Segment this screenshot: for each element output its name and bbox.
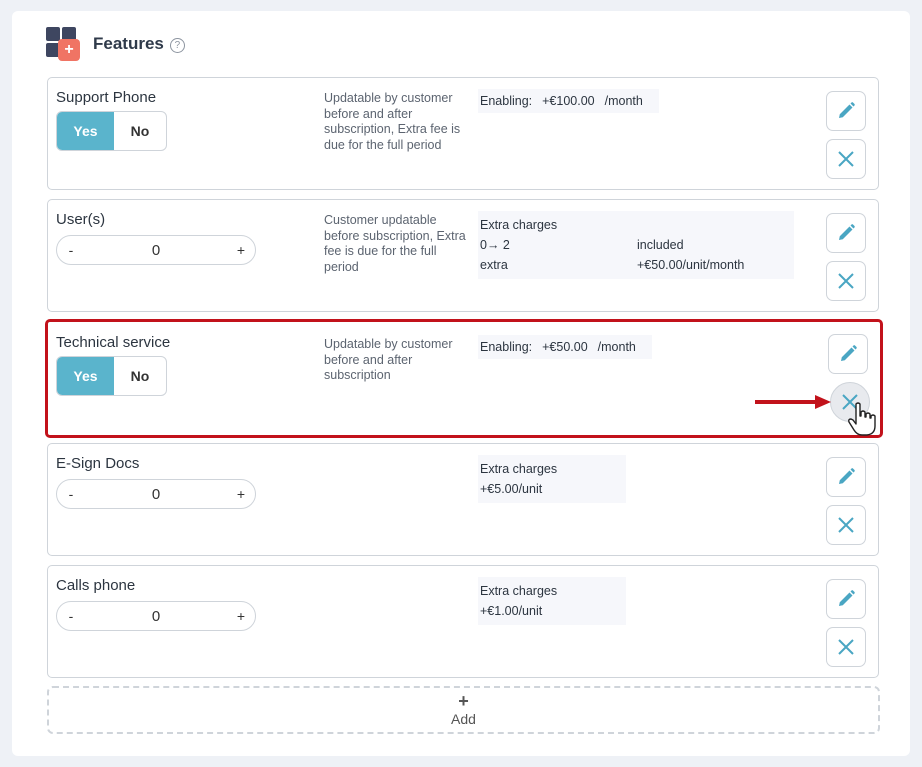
features-panel: + Features ? Support Phone Yes No Updata… [12,11,910,756]
delete-button[interactable] [826,505,866,545]
feature-description: Updatable by customer before and after s… [324,91,461,152]
arrow-right-icon [755,395,831,409]
pencil-icon [841,345,857,361]
price-box: Enabling: +€50.00 /month [478,335,652,359]
pencil-icon [839,468,855,484]
enabling-label: Enabling: [480,94,533,108]
features-header: + Features ? [46,26,185,62]
feature-card-support-phone: Support Phone Yes No Updatable by custom… [47,77,879,190]
feature-description: Updatable by customer before and after s… [324,337,453,382]
delete-button[interactable] [826,139,866,179]
edit-button[interactable] [826,579,866,619]
price-row: extra +€50.00/unit/month [480,255,792,275]
toggle-no[interactable]: No [114,357,166,395]
price-row-range: 0→ 2 [480,238,510,252]
yes-no-toggle[interactable]: Yes No [56,111,167,151]
quantity-stepper[interactable]: - 0 + [56,479,256,509]
pencil-icon [839,590,855,606]
delete-button[interactable] [826,627,866,667]
feature-card-users: User(s) - 0 + Customer updatable before … [47,199,879,312]
quantity-stepper[interactable]: - 0 + [56,235,256,265]
price-value: +€50.00 [542,340,588,354]
close-icon [838,151,854,167]
stepper-minus[interactable]: - [57,608,85,624]
toggle-yes[interactable]: Yes [57,112,114,150]
close-icon [838,273,854,289]
edit-button[interactable] [826,213,866,253]
price-row-value: included [637,238,684,252]
price-period: /month [597,340,636,354]
price-row-value: +€50.00/unit/month [637,258,745,272]
stepper-value[interactable]: 0 [85,486,227,503]
edit-button[interactable] [826,91,866,131]
feature-name: Technical service [56,334,171,351]
stepper-plus[interactable]: + [227,486,255,502]
feature-name: Calls phone [56,577,136,594]
delete-button[interactable] [826,261,866,301]
price-row-range: extra [480,258,508,272]
feature-card-calls-phone: Calls phone - 0 + Extra charges +€1.00/u… [47,565,879,678]
price-box: Extra charges +€1.00/unit [478,577,626,625]
stepper-value[interactable]: 0 [85,242,227,259]
edit-button[interactable] [826,457,866,497]
enabling-label: Enabling: [480,340,533,354]
plus-icon: + [458,691,469,711]
price-row: 0→ 2 included [480,235,792,255]
price-box: Extra charges +€5.00/unit [478,455,626,503]
extra-charges-title: Extra charges [480,218,558,232]
hand-cursor-icon [848,402,876,436]
stepper-minus[interactable]: - [57,242,85,258]
pencil-icon [839,102,855,118]
stepper-plus[interactable]: + [227,242,255,258]
stepper-minus[interactable]: - [57,486,85,502]
close-icon [838,639,854,655]
price-value: +€100.00 [542,94,595,108]
price-value: +€5.00/unit [480,482,543,496]
feature-name: Support Phone [56,89,157,106]
feature-card-esign-docs: E-Sign Docs - 0 + Extra charges +€5.00/u… [47,443,879,556]
toggle-no[interactable]: No [114,112,166,150]
price-period: /month [604,94,643,108]
price-box: Extra charges 0→ 2 included extra +€50.0… [478,211,794,279]
pencil-icon [839,224,855,240]
feature-name: User(s) [56,211,106,228]
price-value: +€1.00/unit [480,604,543,618]
close-icon [838,517,854,533]
add-label: Add [451,711,476,727]
page-title: Features [93,34,164,53]
extra-charges-title: Extra charges [480,462,558,476]
stepper-plus[interactable]: + [227,608,255,624]
price-box: Enabling: +€100.00 /month [478,89,659,113]
edit-button[interactable] [828,334,868,374]
stepper-value[interactable]: 0 [85,608,227,625]
question-circle-icon[interactable]: ? [169,37,185,53]
quantity-stepper[interactable]: - 0 + [56,601,256,631]
feature-description: Customer updatable before subscription, … [324,213,466,274]
feature-card-technical-service: Technical service Yes No Updatable by cu… [45,319,883,438]
toggle-yes[interactable]: Yes [57,357,114,395]
add-feature-button[interactable]: + Add [47,686,880,734]
yes-no-toggle[interactable]: Yes No [56,356,167,396]
features-logo-icon: + [46,27,80,61]
feature-name: E-Sign Docs [56,455,140,472]
extra-charges-title: Extra charges [480,584,558,598]
